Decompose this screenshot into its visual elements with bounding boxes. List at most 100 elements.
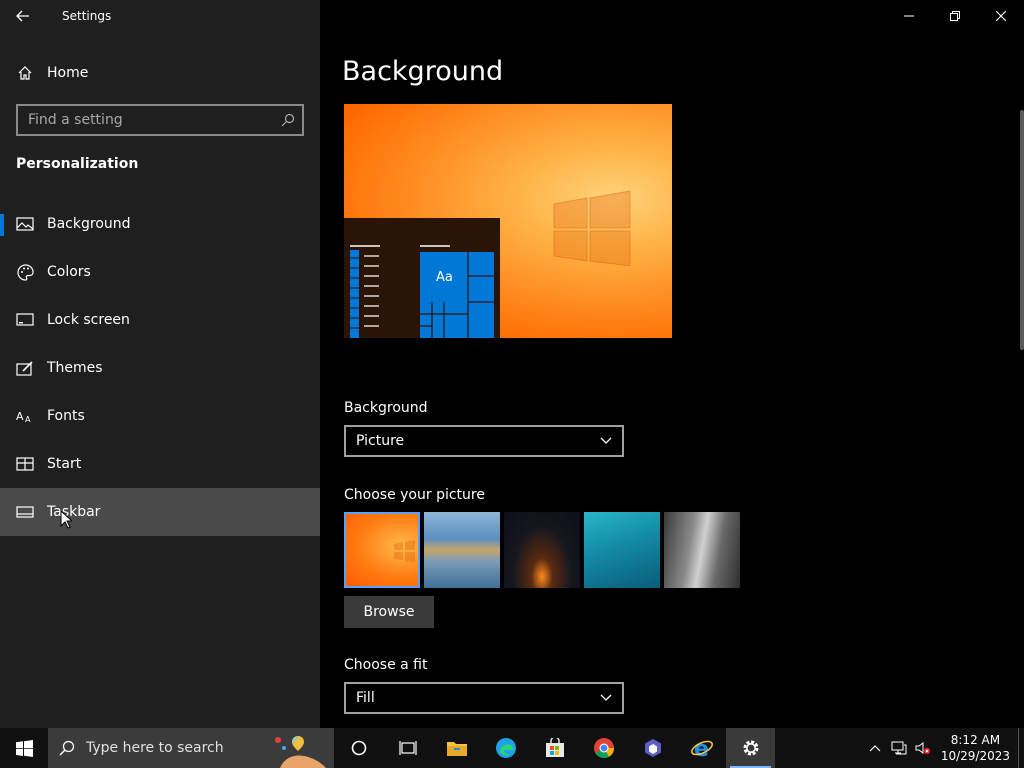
picture-thumbnail[interactable] <box>504 512 580 588</box>
sidebar-item-start[interactable]: Start <box>0 440 320 488</box>
store-button[interactable] <box>530 728 579 768</box>
main-panel: Background Aa Background Picture Choose … <box>320 0 1024 728</box>
sidebar-item-label: Start <box>47 456 82 472</box>
home-link[interactable]: Home <box>0 56 320 90</box>
edge-icon <box>495 738 516 758</box>
restore-button[interactable] <box>932 0 978 32</box>
clock-time: 8:12 AM <box>950 733 1001 747</box>
clock[interactable]: 8:12 AM 10/29/2023 <box>935 732 1018 764</box>
sidebar: Settings Home Personalization Background <box>0 0 320 728</box>
cortana-icon <box>351 740 366 756</box>
store-icon <box>545 738 564 757</box>
settings-button[interactable] <box>726 728 775 768</box>
chrome-icon <box>593 738 614 759</box>
chevron-down-icon <box>600 694 612 701</box>
start-icon <box>16 455 34 473</box>
start-menu-preview: Aa <box>344 218 500 338</box>
app-button[interactable] <box>628 728 677 768</box>
fit-value: Fill <box>356 690 375 706</box>
close-button[interactable] <box>978 0 1024 32</box>
svg-text:A: A <box>16 410 24 423</box>
sidebar-item-label: Taskbar <box>47 504 101 520</box>
taskbar-icon <box>16 503 34 521</box>
back-button[interactable] <box>0 0 46 32</box>
picture-thumbnail[interactable] <box>664 512 740 588</box>
picture-thumbnails <box>344 512 740 588</box>
sidebar-item-colors[interactable]: Colors <box>0 248 320 296</box>
sidebar-item-label: Lock screen <box>47 312 130 328</box>
chrome-button[interactable] <box>579 728 628 768</box>
network-icon <box>891 741 907 755</box>
sidebar-item-themes[interactable]: Themes <box>0 344 320 392</box>
file-explorer-icon <box>446 742 467 756</box>
taskbar-search-placeholder: Type here to search <box>86 740 224 756</box>
minimize-button[interactable] <box>886 0 932 32</box>
section-title: Personalization <box>16 156 139 172</box>
picture-thumbnail[interactable] <box>344 512 420 588</box>
volume-muted-icon <box>915 742 931 755</box>
sidebar-item-label: Themes <box>47 360 103 376</box>
background-type-label: Background <box>344 400 428 416</box>
chevron-up-icon <box>869 745 881 752</box>
sidebar-nav: Background Colors Lock screen Themes A A… <box>0 200 320 536</box>
network-button[interactable] <box>887 741 911 755</box>
show-hidden-icons-button[interactable] <box>863 744 887 752</box>
taskbar: Type here to search e 8:12 AM 10/29/2023 <box>0 728 1024 768</box>
internet-explorer-icon: e <box>690 737 713 759</box>
restore-icon <box>950 11 960 21</box>
preview-tile-text: Aa <box>436 270 453 285</box>
picture-thumbnail[interactable] <box>424 512 500 588</box>
file-explorer-button[interactable] <box>432 728 481 768</box>
sidebar-item-lock-screen[interactable]: Lock screen <box>0 296 320 344</box>
mouse-cursor-icon <box>60 510 72 529</box>
page-title: Background <box>342 56 504 87</box>
palette-icon <box>16 263 34 281</box>
background-preview: Aa <box>344 104 672 338</box>
settings-icon <box>743 740 758 756</box>
picture-thumbnail[interactable] <box>584 512 660 588</box>
volume-button[interactable] <box>911 741 935 755</box>
browse-button[interactable]: Browse <box>344 596 434 628</box>
find-setting-input[interactable] <box>18 106 274 134</box>
themes-icon <box>16 359 34 377</box>
choose-fit-dropdown[interactable]: Fill <box>344 682 624 714</box>
sidebar-item-taskbar[interactable]: Taskbar <box>0 488 320 536</box>
sidebar-item-label: Background <box>47 216 131 232</box>
scrollbar[interactable] <box>1020 110 1024 350</box>
task-view-icon <box>398 741 417 755</box>
sidebar-item-fonts[interactable]: AA Fonts <box>0 392 320 440</box>
background-type-value: Picture <box>356 433 405 449</box>
taskbar-search-box[interactable]: Type here to search <box>48 728 334 768</box>
windows-logo-icon <box>15 739 33 757</box>
start-button[interactable] <box>0 728 48 768</box>
picture-icon <box>16 215 34 233</box>
fonts-icon: AA <box>16 407 34 425</box>
sidebar-item-label: Fonts <box>47 408 85 424</box>
background-type-dropdown[interactable]: Picture <box>344 425 624 457</box>
back-arrow-icon <box>16 10 29 22</box>
app-title: Settings <box>62 9 112 23</box>
app-icon <box>644 739 661 757</box>
close-icon <box>996 11 1006 21</box>
system-tray: 8:12 AM 10/29/2023 <box>863 728 1024 768</box>
svg-text:A: A <box>25 415 31 423</box>
svg-text:e: e <box>694 737 709 759</box>
edge-button[interactable] <box>481 728 530 768</box>
search-icon[interactable] <box>274 113 302 127</box>
search-highlight-icon <box>275 736 326 768</box>
find-setting-search[interactable] <box>16 104 304 136</box>
clock-date: 10/29/2023 <box>940 749 1010 763</box>
window-controls <box>886 0 1024 32</box>
task-view-button[interactable] <box>383 728 432 768</box>
windows-logo-light-icon <box>553 190 631 266</box>
chevron-down-icon <box>600 437 612 444</box>
minimize-icon <box>904 15 914 17</box>
cortana-button[interactable] <box>334 728 383 768</box>
choose-fit-label: Choose a fit <box>344 657 428 673</box>
show-desktop-button[interactable] <box>1018 728 1024 768</box>
title-bar: Settings <box>0 0 320 32</box>
lock-screen-icon <box>16 311 34 329</box>
internet-explorer-button[interactable]: e <box>677 728 726 768</box>
sidebar-item-background[interactable]: Background <box>0 200 320 248</box>
sidebar-item-label: Colors <box>47 264 91 280</box>
